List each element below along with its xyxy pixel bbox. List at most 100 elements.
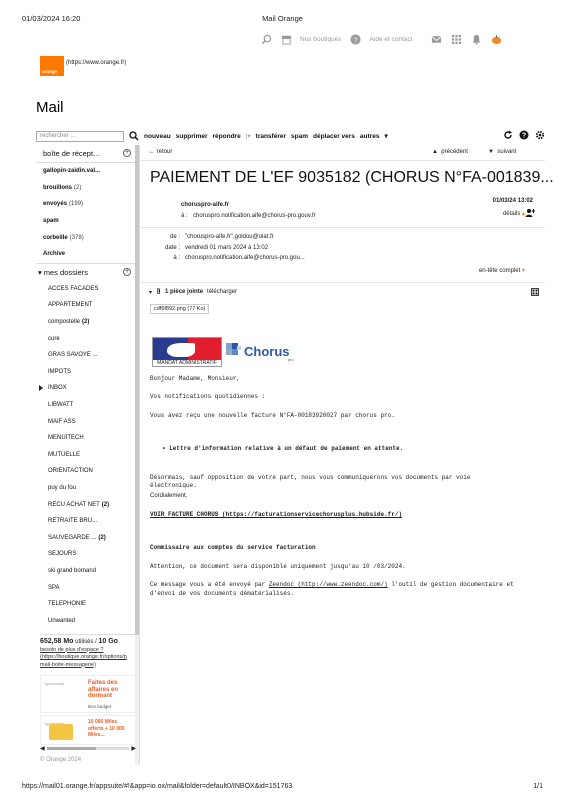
previous-button[interactable]: ▲ précédent — [432, 149, 468, 155]
carousel-next-icon[interactable]: ▶ — [131, 745, 136, 752]
sidebar-item-subfolder[interactable]: SEJOURS — [36, 546, 139, 563]
sponsored-ad[interactable]: sponsorisé 10 000 Miles offerts + 10 000… — [40, 715, 136, 745]
sidebar-item-mes-dossiers[interactable]: ▾ mes dossiers + — [36, 262, 139, 281]
full-header-toggle[interactable]: en-tête complet ▾ — [479, 267, 525, 274]
orange-logo-row: orange (https://www.orange.fr) — [40, 56, 126, 76]
sidebar-item-subfolder[interactable]: cure — [36, 330, 139, 347]
view-invoice-link[interactable]: VOIR FACTURE CHORUS (https://facturation… — [150, 511, 402, 519]
help-icon[interactable]: ? — [519, 130, 529, 142]
chevron-down-icon[interactable]: ▾ — [149, 289, 152, 296]
to-value[interactable]: choruspro.notification.aife@chorus-pro.g… — [185, 255, 305, 261]
search-icon[interactable] — [129, 131, 139, 141]
grid-view-icon[interactable] — [531, 288, 539, 296]
sidebar-item-folder[interactable]: envoyés (199) — [36, 196, 139, 213]
sidebar-item-label: MAIF ASS — [48, 418, 76, 425]
scrollbar-thumb[interactable] — [135, 145, 139, 635]
orange-logo[interactable]: orange — [40, 56, 64, 76]
apps-grid-icon[interactable] — [451, 33, 463, 45]
new-mail-button[interactable]: nouveau — [144, 133, 171, 140]
quota-link-url[interactable]: (https://boutique.orange.fr/options/p — [40, 654, 136, 662]
search-icon[interactable] — [260, 33, 272, 45]
sidebar-item-folder[interactable]: spam — [36, 213, 139, 230]
mail-icon[interactable] — [431, 33, 443, 45]
sidebar-item-subfolder[interactable]: Unwanted — [36, 612, 139, 629]
add-folder-icon[interactable]: + — [123, 149, 131, 157]
sidebar-item-subfolder[interactable]: MUTUELLE — [36, 447, 139, 464]
refresh-icon[interactable] — [503, 130, 513, 142]
carousel-prev-icon[interactable]: ◀ — [40, 745, 45, 752]
sidebar-item-subfolder[interactable]: RECU ACHAT NET (2) — [36, 496, 139, 513]
sender-name[interactable]: choruspro-aife.fr — [181, 200, 316, 211]
sidebar-item-subfolder[interactable]: APPARTEMENT — [36, 297, 139, 314]
next-button[interactable]: ▼ suivant — [488, 149, 516, 155]
search-input[interactable]: rechercher ... — [36, 130, 124, 142]
sidebar-item-subfolder[interactable]: MAIF ASS — [36, 413, 139, 430]
sidebar-item-subfolder[interactable]: RETRAITE BRU... — [36, 513, 139, 530]
sidebar-item-label: SEJOURS — [48, 551, 77, 558]
sidebar-item-folder[interactable]: gallopin-zaidin.val... — [36, 163, 139, 180]
quota-link[interactable]: besoin de plus d'espace ? — [40, 647, 136, 655]
reader-nav: ← retour ▲ précédent ▼ suivant — [141, 145, 545, 161]
help-icon[interactable]: ? — [350, 33, 362, 45]
attachment-file[interactable]: cdf6f892.png (77 Ko) — [150, 304, 210, 314]
chevron-down-icon[interactable]: ▾ — [38, 268, 42, 277]
boutiques-link[interactable]: Nos boutiques — [300, 36, 342, 43]
chorus-pro-logo: Chorus pro — [226, 343, 294, 362]
from-value[interactable]: "choruspro-aife.fr",goldou@olat.fr — [185, 234, 274, 240]
store-icon[interactable] — [280, 33, 292, 45]
sidebar-item-subfolder[interactable]: GRAS SAVOYE ... — [36, 347, 139, 364]
pumpkin-avatar-icon[interactable] — [491, 33, 503, 45]
sidebar-item-subfolder[interactable]: IMPOTS — [36, 364, 139, 381]
sidebar-item-folder[interactable]: brouillons (2) — [36, 180, 139, 197]
back-button[interactable]: ← retour — [149, 149, 172, 155]
unread-count: (2) — [101, 501, 110, 508]
aide-link[interactable]: Aide et contact — [370, 36, 413, 43]
sidebar-item-subfolder[interactable]: INBOX — [36, 380, 139, 397]
sidebar-scrollbar[interactable] — [135, 145, 139, 765]
forward-button[interactable]: transférer — [256, 133, 286, 140]
body-line: Désormais, sauf opposition de votre part… — [150, 474, 471, 489]
sidebar-item-label: IMPOTS — [48, 368, 72, 375]
sidebar-item-folder[interactable]: Archive — [36, 246, 139, 263]
sidebar-item-subfolder[interactable]: TELEPHONIE — [36, 596, 139, 613]
orange-home-link[interactable]: (https://www.orange.fr) — [66, 60, 126, 66]
mail-reader: ← retour ▲ précédent ▼ suivant PAIEMENT … — [141, 145, 554, 765]
sidebar-item-label: TELEPHONIE — [48, 601, 87, 608]
expand-arrow-icon[interactable] — [39, 385, 43, 392]
add-contact-icon[interactable] — [525, 208, 536, 218]
print-page-number: 1/1 — [533, 783, 543, 790]
reply-button[interactable]: répondre — [213, 133, 241, 140]
sidebar-item-subfolder[interactable]: ORIENTACTION — [36, 463, 139, 480]
email-date-short: 01/03/24 13:02 — [492, 198, 533, 204]
sidebar-item-subfolder[interactable]: MENUITECH — [36, 430, 139, 447]
sidebar-item-label: cure — [48, 335, 60, 342]
sidebar-item-subfolder[interactable]: ski grand bornand — [36, 563, 139, 580]
chevron-down-icon[interactable]: ▾ — [384, 132, 387, 140]
sidebar-item-label: SPA — [48, 584, 60, 591]
bell-icon[interactable] — [471, 33, 483, 45]
sidebar-item-subfolder[interactable]: ACCES FACADES — [36, 281, 139, 298]
sidebar-item-label: Unwanted — [48, 617, 76, 624]
recipient[interactable]: choruspro.notification.aife@chorus-pro.g… — [193, 213, 316, 219]
move-button[interactable]: déplacer vers — [313, 133, 355, 140]
reply-dropdown-icon[interactable]: |▾ — [246, 132, 251, 140]
print-title: Mail Orange — [262, 14, 303, 23]
spam-button[interactable]: spam — [291, 133, 308, 140]
sidebar-item-subfolder[interactable]: SAUVEGARDE ... (2) — [36, 529, 139, 546]
sidebar-item-folder[interactable]: corbeille (378) — [36, 229, 139, 246]
settings-gear-icon[interactable] — [535, 130, 545, 142]
download-link[interactable]: télécharger — [207, 289, 237, 295]
sidebar-item-subfolder[interactable]: LIBWATT — [36, 397, 139, 414]
add-folder-icon[interactable]: + — [123, 267, 131, 276]
sidebar-item-inbox[interactable]: boîte de récept... + — [36, 145, 139, 163]
sidebar-item-subfolder[interactable]: SPA — [36, 579, 139, 596]
sidebar-item-subfolder[interactable]: puy du fou — [36, 480, 139, 497]
details-toggle[interactable]: détails ▴ — [503, 210, 525, 217]
sponsored-ad[interactable]: sponsorisé Faites des affaires en dorman… — [40, 675, 136, 713]
from-label: de : — [169, 234, 180, 240]
delete-button[interactable]: supprimer — [176, 133, 208, 140]
quota-link-url-end[interactable]: mail-boite-messagerie) — [40, 662, 136, 670]
more-button[interactable]: autres — [360, 133, 380, 140]
zeendoc-link[interactable]: Zeendoc (http://www.zeendoc.com/) — [269, 581, 388, 588]
sidebar-item-subfolder[interactable]: compostelle (2) — [36, 314, 139, 331]
